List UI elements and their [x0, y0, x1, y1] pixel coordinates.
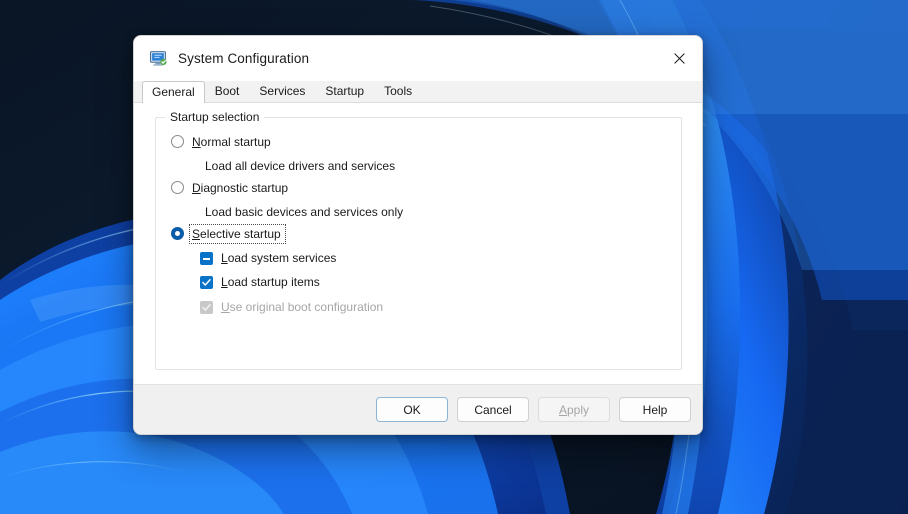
ok-button[interactable]: OK	[376, 397, 448, 422]
checkbox-indicator-system-services	[200, 252, 213, 265]
tab-boot[interactable]: Boot	[205, 80, 250, 102]
checkbox-label-startup-items: Load startup items	[221, 275, 320, 289]
tab-general[interactable]: General	[142, 81, 205, 103]
checkbox-indicator-original-boot-config	[200, 301, 213, 314]
tab-services[interactable]: Services	[249, 80, 315, 102]
close-button[interactable]	[657, 36, 702, 81]
checkbox-indicator-startup-items	[200, 276, 213, 289]
checkbox-load-system-services[interactable]: Load system services	[200, 251, 336, 265]
dialog-button-bar: OK Cancel Apply Help	[134, 384, 702, 434]
close-icon	[674, 53, 685, 64]
startup-selection-legend: Startup selection	[165, 110, 265, 124]
checkbox-load-startup-items[interactable]: Load startup items	[200, 275, 320, 289]
title-bar[interactable]: System Configuration	[134, 36, 702, 81]
radio-indicator-selective	[171, 227, 184, 240]
apply-button: Apply	[538, 397, 610, 422]
radio-indicator-diagnostic	[171, 181, 184, 194]
system-configuration-icon	[150, 51, 167, 66]
startup-selection-groupbox: Startup selection Normal startup Load al…	[155, 110, 682, 370]
tab-tools[interactable]: Tools	[374, 80, 422, 102]
tab-startup[interactable]: Startup	[315, 80, 374, 102]
help-button[interactable]: Help	[619, 397, 691, 422]
radio-label-normal: Normal startup	[192, 135, 271, 149]
tab-strip: General Boot Services Startup Tools	[134, 81, 702, 103]
radio-diagnostic-startup[interactable]: Diagnostic startup	[171, 181, 288, 195]
radio-label-selective: Selective startup	[192, 227, 281, 241]
system-configuration-dialog: System Configuration General Boot Servic…	[133, 35, 703, 435]
radio-normal-startup[interactable]: Normal startup	[171, 135, 271, 149]
cancel-button[interactable]: Cancel	[457, 397, 529, 422]
checkbox-use-original-boot-configuration: Use original boot configuration	[200, 300, 383, 314]
radio-selective-startup[interactable]: Selective startup	[171, 224, 286, 244]
tab-content-general: Startup selection Normal startup Load al…	[134, 103, 702, 384]
description-diagnostic-startup: Load basic devices and services only	[205, 205, 404, 219]
description-normal-startup: Load all device drivers and services	[205, 159, 396, 173]
checkbox-label-original-boot-config: Use original boot configuration	[221, 300, 384, 314]
radio-indicator-normal	[171, 135, 184, 148]
radio-label-diagnostic: Diagnostic startup	[192, 181, 289, 195]
dialog-title: System Configuration	[178, 51, 310, 66]
checkbox-label-system-services: Load system services	[221, 251, 337, 265]
